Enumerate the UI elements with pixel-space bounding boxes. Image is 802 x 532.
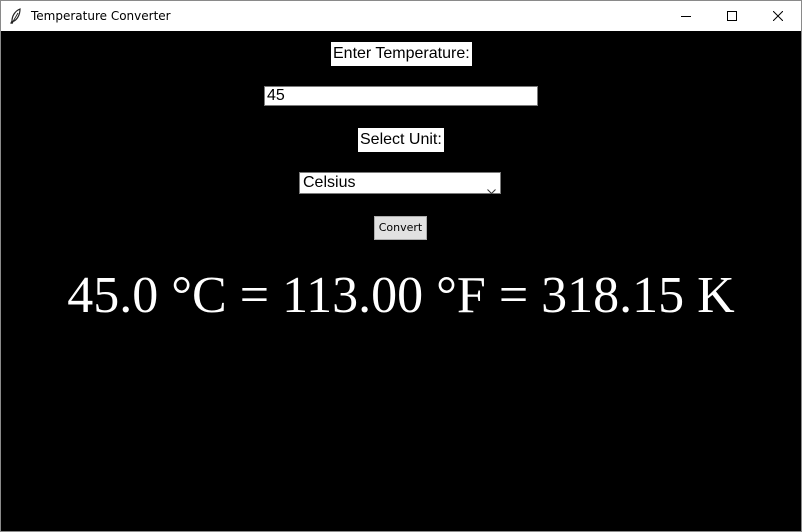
convert-button[interactable]: Convert	[374, 216, 427, 240]
app-window: Temperature Converter Enter Temperature:…	[0, 0, 802, 532]
close-button[interactable]	[755, 1, 801, 31]
conversion-result: 45.0 °C = 113.00 °F = 318.15 K	[67, 267, 735, 324]
feather-icon	[9, 8, 23, 24]
maximize-button[interactable]	[709, 1, 755, 31]
window-title: Temperature Converter	[31, 9, 171, 23]
main-panel: Enter Temperature: Select Unit: Celsius …	[1, 32, 801, 531]
unit-select-value: Celsius	[303, 174, 356, 191]
unit-select[interactable]: Celsius	[299, 172, 501, 195]
title-bar[interactable]: Temperature Converter	[1, 1, 801, 31]
chevron-down-icon	[487, 180, 496, 195]
unit-label: Select Unit:	[358, 128, 444, 152]
minimize-icon	[681, 11, 691, 21]
temperature-input[interactable]	[264, 86, 538, 106]
minimize-button[interactable]	[663, 1, 709, 31]
maximize-icon	[727, 11, 737, 21]
close-icon	[773, 11, 783, 21]
temperature-label: Enter Temperature:	[331, 42, 472, 66]
